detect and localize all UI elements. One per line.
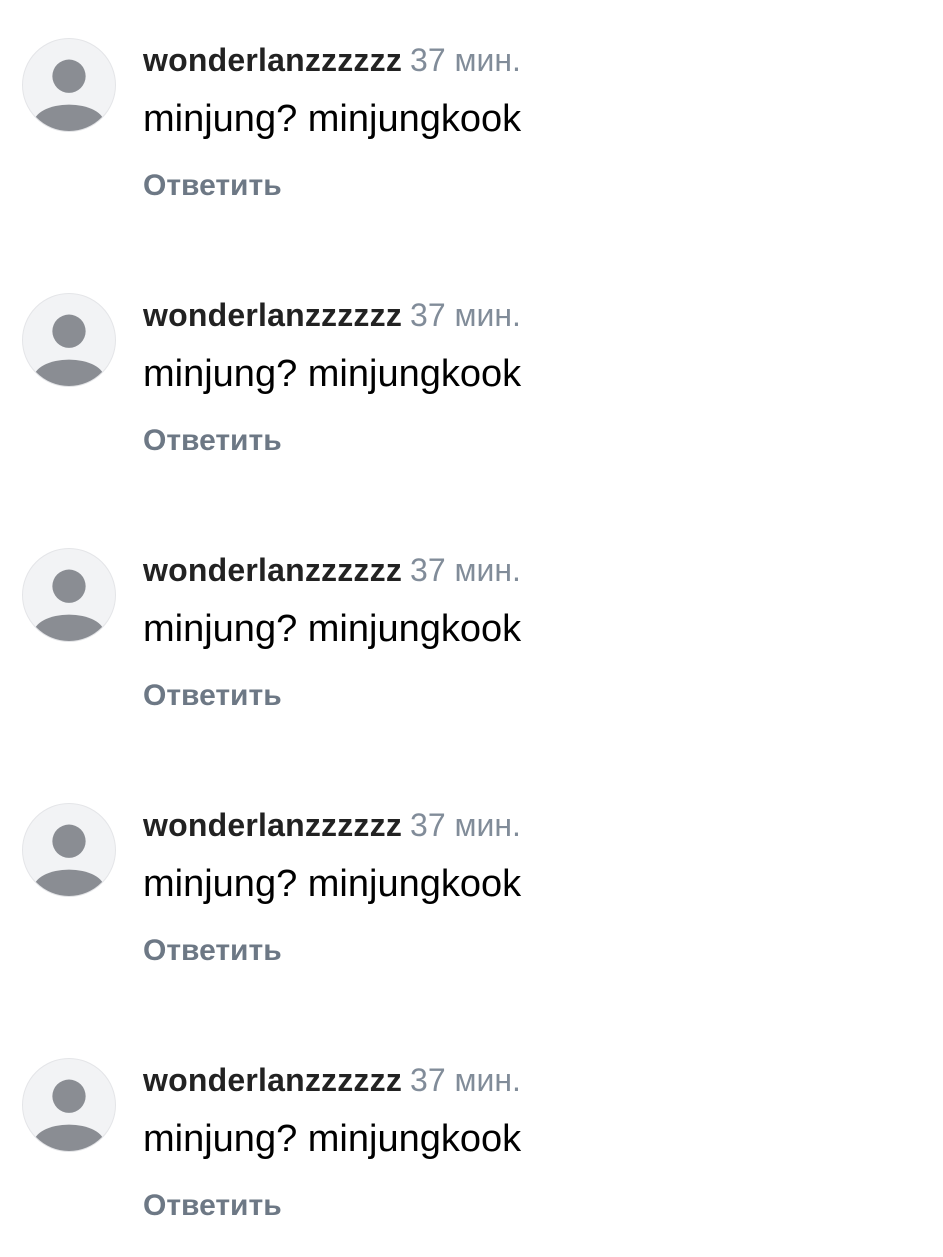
comment-item: wonderlanzzzzzz 37 мин. minjung? minjungk…	[0, 510, 943, 730]
default-user-icon	[33, 314, 105, 386]
comment-item: wonderlanzzzzzz 37 мин. minjung? minjungk…	[0, 765, 943, 985]
comment-text: minjung? minjungkook	[143, 98, 522, 140]
avatar[interactable]	[22, 38, 116, 132]
comment-item: wonderlanzzzzzz 37 мин. minjung? minjungk…	[0, 255, 943, 475]
comment-text: minjung? minjungkook	[143, 1118, 522, 1160]
reply-button[interactable]: Ответить	[143, 421, 282, 461]
comment-header: wonderlanzzzzzz 37 мин.	[143, 550, 521, 590]
default-user-icon	[33, 59, 105, 131]
comment-text: minjung? minjungkook	[143, 608, 522, 650]
comment-time[interactable]: 37 мин.	[410, 552, 521, 588]
comment-time[interactable]: 37 мин.	[410, 1062, 521, 1098]
comment-item: wonderlanzzzzzz 37 мин. minjung? minjungk…	[0, 1020, 943, 1240]
avatar[interactable]	[22, 293, 116, 387]
comment-time[interactable]: 37 мин.	[410, 42, 521, 78]
reply-button[interactable]: Ответить	[143, 676, 282, 716]
author-name[interactable]: wonderlanzzzzzz	[143, 1062, 402, 1098]
default-user-icon	[33, 1079, 105, 1151]
comment-header: wonderlanzzzzzz 37 мин.	[143, 40, 521, 80]
reply-button[interactable]: Ответить	[143, 1186, 282, 1226]
reply-button[interactable]: Ответить	[143, 166, 282, 206]
default-user-icon	[33, 824, 105, 896]
author-name[interactable]: wonderlanzzzzzz	[143, 297, 402, 333]
comment-text: minjung? minjungkook	[143, 863, 522, 905]
comment-header: wonderlanzzzzzz 37 мин.	[143, 1060, 521, 1100]
author-name[interactable]: wonderlanzzzzzz	[143, 42, 402, 78]
comment-time[interactable]: 37 мин.	[410, 297, 521, 333]
comment-header: wonderlanzzzzzz 37 мин.	[143, 295, 521, 335]
comment-item: wonderlanzzzzzz 37 мин. minjung? minjungk…	[0, 0, 943, 220]
avatar[interactable]	[22, 548, 116, 642]
reply-button[interactable]: Ответить	[143, 931, 282, 971]
avatar[interactable]	[22, 803, 116, 897]
avatar[interactable]	[22, 1058, 116, 1152]
author-name[interactable]: wonderlanzzzzzz	[143, 552, 402, 588]
default-user-icon	[33, 569, 105, 641]
comment-time[interactable]: 37 мин.	[410, 807, 521, 843]
author-name[interactable]: wonderlanzzzzzz	[143, 807, 402, 843]
comment-header: wonderlanzzzzzz 37 мин.	[143, 805, 521, 845]
comment-text: minjung? minjungkook	[143, 353, 522, 395]
